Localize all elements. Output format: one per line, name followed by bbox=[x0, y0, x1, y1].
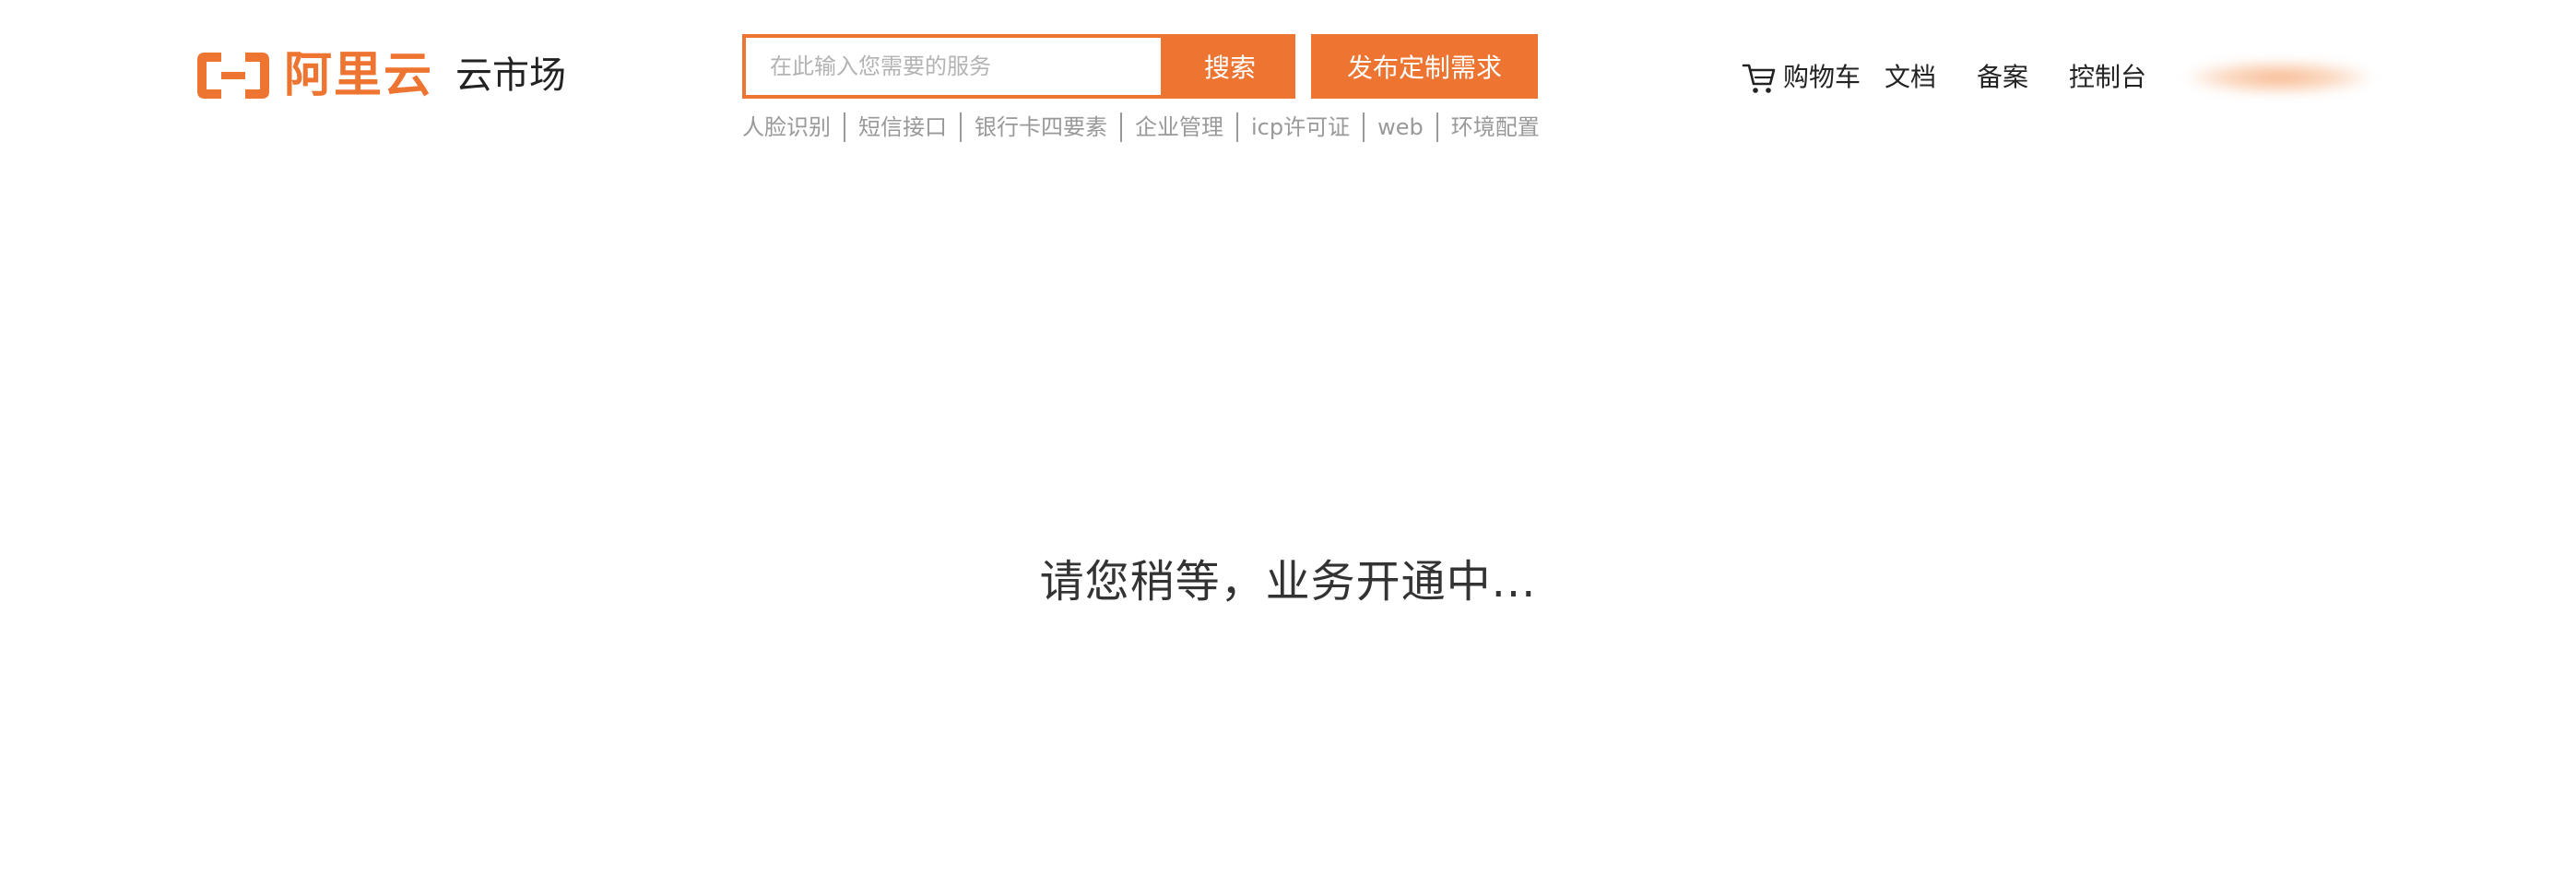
nav-console-link[interactable]: 控制台 bbox=[2069, 57, 2146, 98]
nav-shopping-cart[interactable]: 购物车 bbox=[1741, 57, 1861, 98]
aliyun-logo-icon bbox=[194, 49, 273, 102]
publish-custom-demand-button[interactable]: 发布定制需求 bbox=[1311, 34, 1538, 99]
search-button[interactable]: 搜索 bbox=[1164, 34, 1295, 99]
user-account-menu[interactable] bbox=[2187, 61, 2371, 94]
hot-keyword-link[interactable]: 环境配置 bbox=[1436, 112, 1553, 142]
hot-keyword-link[interactable]: 企业管理 bbox=[1120, 112, 1236, 142]
search-box bbox=[742, 34, 1164, 99]
docs-label: 文档 bbox=[1885, 62, 1937, 92]
nav-docs-link[interactable]: 文档 bbox=[1885, 57, 1936, 98]
search-input[interactable] bbox=[746, 38, 1161, 95]
aliyun-logo[interactable]: 阿里云 云市场 bbox=[194, 48, 566, 103]
nav-beian-link[interactable]: 备案 bbox=[1977, 57, 2028, 98]
hot-keyword-link[interactable]: web bbox=[1363, 112, 1436, 142]
hot-keyword-link[interactable]: 人脸识别 bbox=[742, 112, 844, 142]
hot-keywords: 人脸识别 短信接口 银行卡四要素 企业管理 icp许可证 web 环境配置 bbox=[742, 109, 1553, 146]
logo-brand-text: 阿里云 bbox=[284, 48, 434, 103]
redacted-username bbox=[2187, 61, 2371, 94]
cart-label: 购物车 bbox=[1783, 62, 1861, 92]
shopping-cart-icon bbox=[1742, 64, 1776, 93]
top-header: 阿里云 云市场 搜索 发布定制需求 人脸识别 短信接口 银行卡四要素 企业管理 … bbox=[0, 0, 2576, 166]
hot-keyword-link[interactable]: icp许可证 bbox=[1236, 112, 1363, 142]
hot-keyword-link[interactable]: 短信接口 bbox=[844, 112, 960, 142]
console-label: 控制台 bbox=[2069, 62, 2147, 92]
hot-keyword-link[interactable]: 银行卡四要素 bbox=[960, 112, 1120, 142]
service-activation-status: 请您稍等，业务开通中... bbox=[1039, 556, 1537, 608]
beian-label: 备案 bbox=[1977, 62, 2029, 92]
product-name: 云市场 bbox=[455, 54, 567, 97]
